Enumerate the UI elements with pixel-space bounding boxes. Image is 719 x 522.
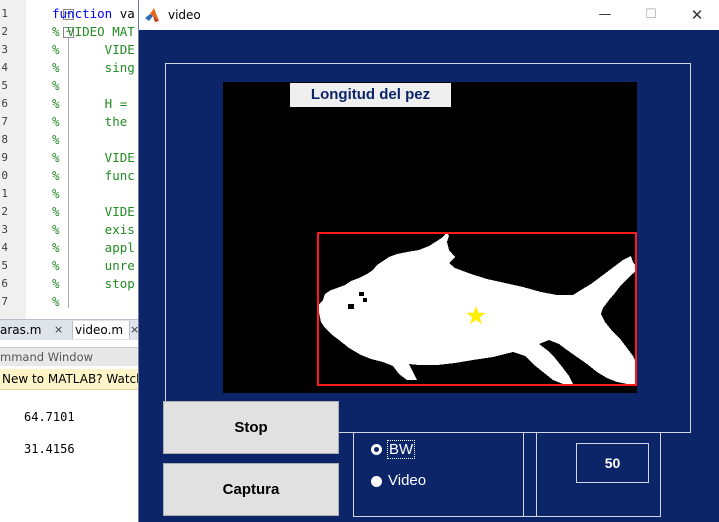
code-line: % appl (52, 240, 135, 255)
code-line: % (52, 186, 60, 201)
title-bar[interactable]: video — ☐ ✕ (139, 0, 719, 30)
code-line: % sing (52, 60, 135, 75)
code-line: function va (52, 6, 135, 21)
minimize-button[interactable]: — (582, 0, 628, 30)
fish-silhouette (319, 232, 637, 384)
code-line: % stop (52, 276, 135, 291)
line-number: 1 (1, 187, 8, 200)
fish-image (317, 232, 637, 386)
fish-gill-shadow (359, 292, 364, 296)
umbral-input[interactable]: 50 (576, 443, 649, 483)
code-line: % VIDEO MAT (52, 24, 135, 39)
radio-video-label: Video (388, 472, 427, 489)
code-line: % func (52, 168, 135, 183)
capture-button[interactable]: Captura (163, 463, 339, 516)
radio-selected-icon (371, 444, 382, 455)
code-line: % (52, 294, 60, 309)
video-figure-window: video — ☐ ✕ Longitud del pez Stop Captur… (138, 0, 719, 522)
fish-gill-shadow (363, 298, 367, 302)
stop-button[interactable]: Stop (163, 401, 339, 454)
line-number: 7 (1, 115, 8, 128)
command-window-header: mmand Window (0, 347, 140, 366)
tab-aras[interactable]: aras.m (0, 321, 41, 339)
code-editor[interactable]: 1 2 3 4 5 6 7 8 9 0 1 2 3 4 5 6 7 − − function va % VIDE… (0, 0, 140, 320)
line-number: 4 (1, 61, 8, 74)
line-number: 7 (1, 295, 8, 308)
image-axes[interactable] (223, 82, 637, 393)
code-line: % exis (52, 222, 135, 237)
line-number: 5 (1, 259, 8, 272)
code-line: % (52, 78, 60, 93)
line-number: 5 (1, 79, 8, 92)
line-number: 0 (1, 169, 8, 182)
code-line: % (52, 132, 60, 147)
matlab-banner[interactable]: New to MATLAB? Watch t (0, 369, 140, 390)
code-line: % H = (52, 96, 128, 111)
fish-eye (348, 304, 354, 309)
close-tab-icon[interactable]: × (54, 321, 63, 339)
line-number: 3 (1, 43, 8, 56)
close-button[interactable]: ✕ (674, 0, 719, 30)
line-number: 2 (1, 205, 8, 218)
line-number: 3 (1, 223, 8, 236)
code-line: % unre (52, 258, 135, 273)
imagen-group-box (353, 432, 537, 517)
line-number-gutter: 1 2 3 4 5 6 7 8 9 0 1 2 3 4 5 6 7 (0, 0, 27, 320)
command-output: 64.7101 (24, 410, 75, 424)
tab-video[interactable]: video.m (72, 321, 130, 339)
code-line: % VIDE (52, 42, 135, 57)
code-folding-margin: − − (26, 0, 74, 320)
maximize-button[interactable]: ☐ (628, 0, 674, 30)
line-number: 8 (1, 133, 8, 146)
code-line: % VIDE (52, 204, 135, 219)
axes-title: Longitud del pez (290, 83, 451, 107)
command-output: 31.4156 (24, 442, 75, 456)
line-number: 1 (1, 7, 8, 20)
line-number: 6 (1, 97, 8, 110)
imagen-group-title: Imágen (417, 408, 470, 425)
line-number: 4 (1, 241, 8, 254)
editor-tab-bar: aras.m × video.m × (0, 319, 140, 340)
code-line: % the (52, 114, 128, 129)
radio-bw-label: BW (387, 440, 416, 459)
matlab-logo-icon (145, 8, 159, 22)
window-title: video (168, 8, 201, 22)
code-line: % VIDE (52, 150, 135, 165)
line-number: 9 (1, 151, 8, 164)
line-number: 6 (1, 277, 8, 290)
radio-unselected-icon (371, 476, 382, 487)
umbral-group-title: Umbral (581, 408, 633, 425)
line-number: 2 (1, 25, 8, 38)
